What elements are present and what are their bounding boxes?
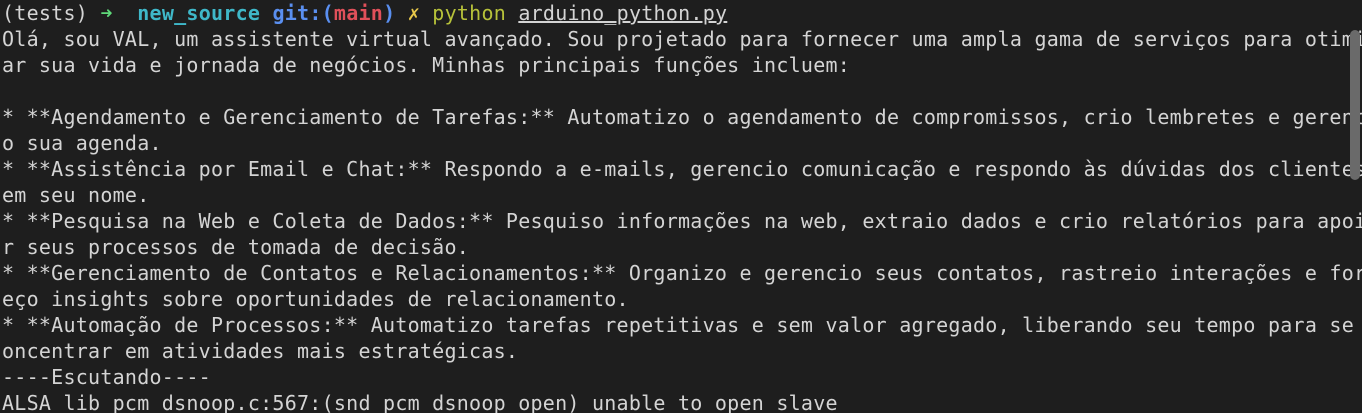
output-line: * **Automação de Processos:** Automatizo… [2, 313, 1362, 337]
git-label: git: [272, 1, 322, 25]
output-line: Olá, sou VAL, um assistente virtual avan… [2, 27, 1362, 51]
dirty-mark-icon: ✗ [407, 1, 420, 25]
output-line: * **Pesquisa na Web e Coleta de Dados:**… [2, 209, 1362, 233]
output-line: ar sua vida e jornada de negócios. Minha… [2, 53, 851, 77]
venv-label: (tests) [2, 1, 89, 25]
current-directory: new_source [137, 1, 261, 25]
command-argument-link[interactable]: arduino_python.py [518, 1, 727, 25]
command-name: python [432, 1, 507, 25]
output-line: * **Gerenciamento de Contatos e Relacion… [2, 261, 1362, 285]
terminal-output: Olá, sou VAL, um assistente virtual avan… [2, 26, 1362, 413]
terminal-window[interactable]: (tests) ➜ new_source git:(main) ✗ python… [0, 0, 1362, 413]
output-line: * **Assistência por Email e Chat:** Resp… [2, 157, 1362, 181]
output-line: r seus processos de tomada de decisão. [2, 235, 470, 259]
output-line: * **Agendamento e Gerenciamento de Taref… [2, 105, 1362, 129]
git-branch: main [333, 1, 384, 25]
prompt-arrow-icon: ➜ [100, 1, 113, 25]
output-line: eço insights sobre oportunidades de rela… [2, 287, 629, 311]
git-paren-open: ( [321, 1, 334, 25]
output-line: ALSA lib pcm_dsnoop.c:567:(snd_pcm_dsnoo… [2, 391, 838, 413]
output-line: o sua agenda. [2, 131, 162, 155]
output-line: oncentrar em atividades mais estratégica… [2, 339, 519, 363]
output-line: ----Escutando---- [2, 365, 211, 389]
output-line: em seu nome. [2, 183, 150, 207]
scrollbar-thumb[interactable] [1350, 30, 1360, 180]
prompt-line: (tests) ➜ new_source git:(main) ✗ python… [2, 0, 1346, 26]
git-paren-close: ) [383, 1, 396, 25]
